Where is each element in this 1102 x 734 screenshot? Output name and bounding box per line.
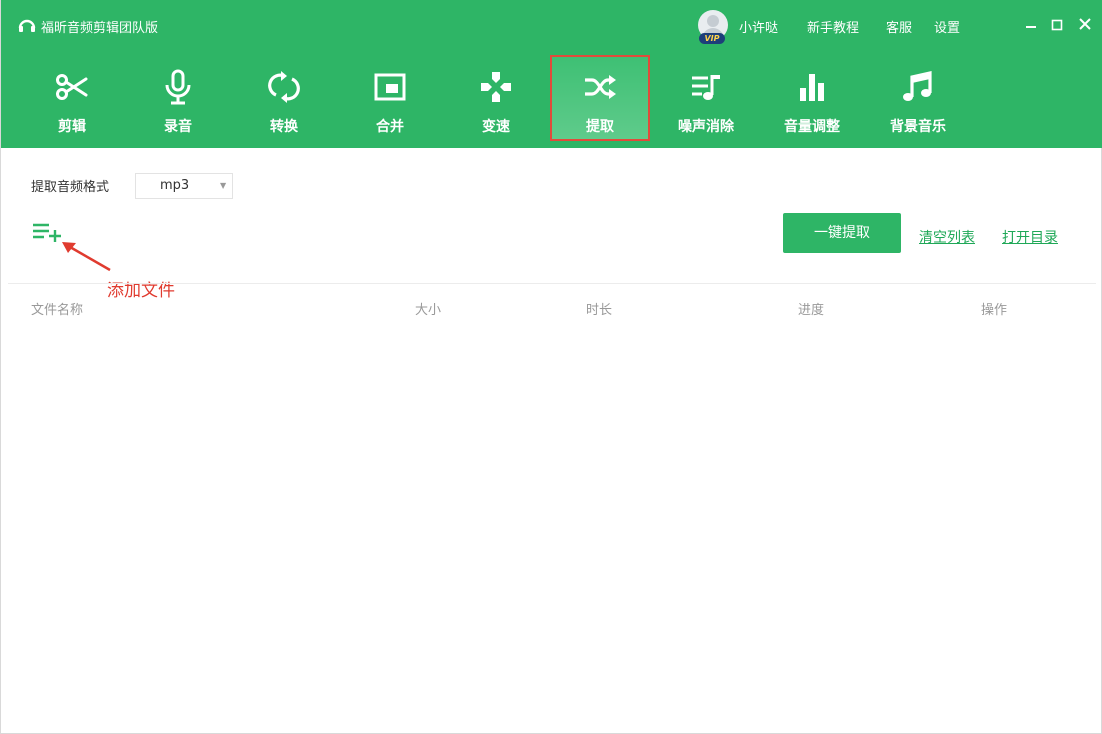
column-header-progress: 进度 xyxy=(798,303,825,318)
format-value: mp3 xyxy=(160,178,190,193)
tool-label: 录音 xyxy=(164,119,192,135)
tool-convert[interactable]: 转换 xyxy=(234,55,334,141)
tool-noise-removal[interactable]: 噪声消除 xyxy=(656,55,756,141)
annotation-arrow-icon xyxy=(62,242,111,272)
column-header-actions: 操作 xyxy=(981,303,1008,318)
column-header-duration: 时长 xyxy=(586,303,613,318)
tool-background-music[interactable]: 背景音乐 xyxy=(868,55,968,141)
tool-label: 合并 xyxy=(376,119,404,135)
tool-label: 背景音乐 xyxy=(890,119,946,135)
user-name[interactable]: 小许哒 xyxy=(739,17,778,36)
tool-label: 变速 xyxy=(482,119,510,135)
noise-removal-icon xyxy=(692,75,720,100)
format-label: 提取音频格式 xyxy=(31,180,110,195)
tool-cut[interactable]: 剪辑 xyxy=(22,55,122,141)
column-header-size: 大小 xyxy=(415,303,442,318)
microphone-icon xyxy=(165,69,191,105)
convert-arrows-icon xyxy=(268,71,300,103)
minimize-icon xyxy=(1026,26,1036,28)
app-title: 福昕音频剪辑团队版 xyxy=(41,21,159,36)
tool-extract[interactable]: 提取 xyxy=(550,55,650,141)
add-file-annotation: 添加文件 xyxy=(107,281,175,301)
tool-record[interactable]: 录音 xyxy=(128,55,228,141)
chevron-down-icon: ▼ xyxy=(220,181,227,190)
tool-volume[interactable]: 音量调整 xyxy=(762,55,862,141)
maximize-icon xyxy=(1051,19,1063,31)
close-button[interactable] xyxy=(1075,13,1095,35)
headphones-logo-icon xyxy=(18,19,36,32)
tutorial-link[interactable]: 新手教程 xyxy=(807,17,859,36)
file-list-empty-area xyxy=(8,320,1096,728)
tool-label: 音量调整 xyxy=(784,119,840,135)
app-window: 福昕音频剪辑团队版 VIP 小许哒 新手教程 客服 设置 剪辑 录音 转换 合并… xyxy=(0,0,1102,734)
tool-speed[interactable]: 变速 xyxy=(446,55,546,141)
scissors-icon xyxy=(56,74,88,100)
clear-list-link[interactable]: 清空列表 xyxy=(919,227,975,247)
tool-merge[interactable]: 合并 xyxy=(340,55,440,141)
merge-window-icon xyxy=(374,73,406,101)
shuffle-icon xyxy=(585,75,616,99)
one-click-extract-button[interactable]: 一键提取 xyxy=(783,213,901,253)
column-header-filename: 文件名称 xyxy=(31,303,84,318)
minimize-button[interactable] xyxy=(1021,13,1041,35)
tool-label: 转换 xyxy=(270,119,298,135)
settings-link[interactable]: 设置 xyxy=(934,17,960,36)
tool-label: 剪辑 xyxy=(58,119,86,135)
maximize-button[interactable] xyxy=(1047,13,1067,35)
close-icon xyxy=(1079,18,1091,30)
open-folder-link[interactable]: 打开目录 xyxy=(1002,227,1058,247)
title-bar: 福昕音频剪辑团队版 VIP 小许哒 新手教程 客服 设置 xyxy=(1,0,1102,50)
music-note-icon xyxy=(903,71,932,101)
volume-bars-icon xyxy=(800,74,824,101)
format-select[interactable]: mp3 ▼ xyxy=(135,173,233,199)
vip-badge: VIP xyxy=(699,33,725,44)
top-header: 福昕音频剪辑团队版 VIP 小许哒 新手教程 客服 设置 剪辑 录音 转换 合并… xyxy=(1,0,1102,148)
divider xyxy=(8,283,1096,284)
speed-dpad-icon xyxy=(481,72,511,102)
tool-label: 噪声消除 xyxy=(678,119,734,135)
tool-label: 提取 xyxy=(586,119,614,135)
support-link[interactable]: 客服 xyxy=(886,17,912,36)
